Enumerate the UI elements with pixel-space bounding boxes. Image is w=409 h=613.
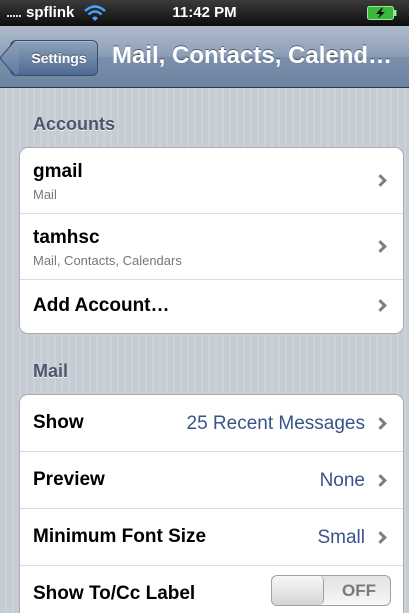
show-to-cc-label-row: Show To/Cc Label OFF [20,566,403,613]
account-row-gmail[interactable]: gmail Mail [20,148,403,214]
show-messages-row[interactable]: Show 25 Recent Messages [20,395,403,452]
settings-back-button[interactable]: Settings [0,40,98,76]
account-row-tamhsc[interactable]: tamhsc Mail, Contacts, Calendars [20,214,403,280]
chevron-right-icon [374,174,387,187]
section-header-accounts: Accounts [33,114,116,134]
account-name: tamhsc [33,227,100,248]
battery-charging-icon [367,6,397,20]
account-type: Mail, Contacts, Calendars [33,253,182,268]
preview-label: Preview [33,469,105,490]
page-title: Mail, Contacts, Calend… [112,42,393,69]
chevron-right-icon [374,474,387,487]
preview-value: None [319,470,365,491]
back-button-label: Settings [31,50,87,66]
navigation-bar: Settings Mail, Contacts, Calend… [0,26,409,88]
show-to-cc-label: Show To/Cc Label [33,583,196,604]
account-name: gmail [33,161,83,182]
section-header-mail: Mail [33,361,69,381]
minimum-font-size-value: Small [317,527,365,548]
back-arrow-icon [0,41,19,75]
chevron-right-icon [374,417,387,430]
add-account-label: Add Account… [33,295,170,316]
chevron-right-icon [374,240,387,253]
accounts-group: gmail Mail tamhsc Mail, Contacts, Calend… [19,147,404,334]
preview-row[interactable]: Preview None [20,452,403,509]
add-account-row[interactable]: Add Account… [20,280,403,333]
minimum-font-size-row[interactable]: Minimum Font Size Small [20,509,403,566]
show-label: Show [33,412,84,433]
show-value: 25 Recent Messages [186,413,366,434]
chevron-right-icon [374,299,387,312]
status-time: 11:42 PM [172,4,237,21]
mail-settings-group: Show 25 Recent Messages Preview None Min… [19,394,404,613]
toggle-knob [272,576,324,605]
minimum-font-size-label: Minimum Font Size [33,526,207,547]
chevron-right-icon [374,531,387,544]
toggle-state-text: OFF [342,581,376,600]
status-bar: spflink 11:42 PM [0,0,409,26]
show-to-cc-toggle[interactable]: OFF [271,575,391,606]
account-type: Mail [33,187,57,202]
